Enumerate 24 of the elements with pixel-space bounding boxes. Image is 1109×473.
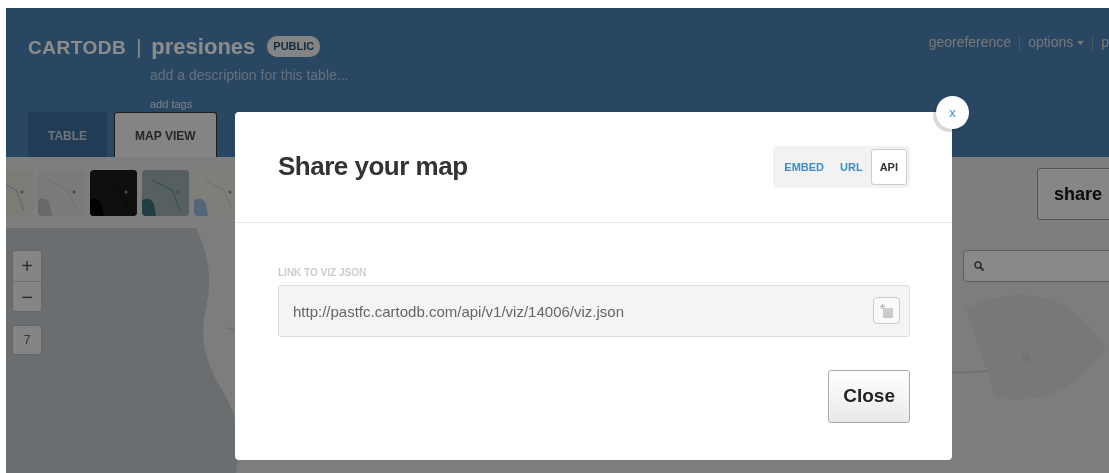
privacy-badge[interactable]: PUBLIC	[267, 36, 321, 57]
search-icon	[974, 261, 984, 271]
separator: |	[136, 35, 142, 60]
mode-tab[interactable]: URL	[832, 148, 871, 186]
search-field[interactable]	[963, 250, 1109, 282]
dialog-title: Share your map	[278, 151, 468, 183]
description-field[interactable]: add a description for this table...	[150, 65, 1109, 86]
url-field[interactable]: http://pastfc.cartodb.com/api/v1/viz/14006/viz.json	[278, 285, 910, 337]
zoom-out-button[interactable]: −	[13, 281, 41, 311]
tab[interactable]: TABLE	[28, 112, 108, 157]
table-name: presiones	[151, 33, 256, 61]
logo[interactable]: CARTODB	[28, 34, 127, 63]
zoom-in-button[interactable]: +	[13, 251, 41, 281]
tab[interactable]: MAP VIEW	[114, 112, 217, 157]
copy-icon	[880, 303, 893, 318]
close-dialog-button[interactable]: Close	[828, 370, 910, 423]
share-button[interactable]: share	[1036, 168, 1109, 220]
menu-link[interactable]: georeference	[928, 32, 1012, 53]
mode-tab[interactable]: EMBED	[776, 148, 833, 186]
menu-link[interactable]: p	[1101, 32, 1109, 53]
menu-link[interactable]: options	[1028, 32, 1085, 53]
copy-button[interactable]	[873, 297, 900, 324]
zoom-level: 7	[12, 325, 42, 355]
mode-tab[interactable]: API	[870, 148, 907, 186]
